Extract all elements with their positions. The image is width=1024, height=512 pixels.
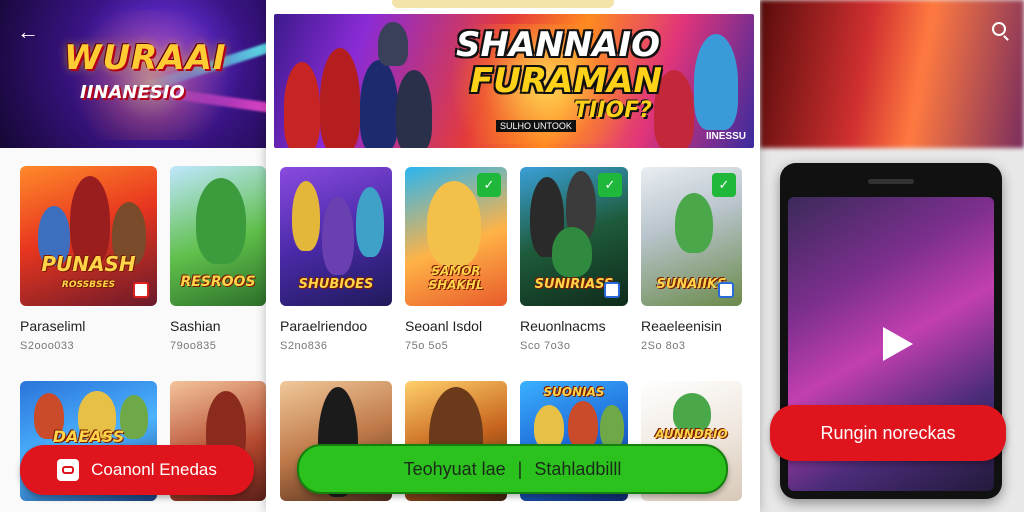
- tile-banner-text: RESROOS: [180, 274, 256, 290]
- character-art: [396, 70, 432, 148]
- shield-icon[interactable]: ✓: [712, 173, 736, 197]
- tile-banner-text: SAMOR SHAKHL: [428, 264, 484, 292]
- tile-subtitle: Sco 7o3o: [520, 340, 571, 352]
- character-art: [196, 178, 246, 264]
- left-app-screen: ← WURAAI IINANESIO PUNASH ROSSBSES Paras…: [0, 0, 270, 512]
- character-art: [322, 197, 354, 275]
- character-art: [552, 227, 592, 277]
- game-tile[interactable]: RESROOS: [170, 166, 266, 306]
- download-button-label-right: Stahladbilll: [534, 458, 622, 479]
- tile-title: Paraelriendoo: [280, 318, 368, 334]
- character-art: [356, 187, 384, 257]
- chat-icon: [57, 459, 80, 481]
- character-art: [284, 62, 320, 148]
- character-art: [694, 34, 738, 130]
- contact-button-label: Coanonl Enedas: [91, 460, 217, 479]
- hero-small-tag: SULHO UNTOOK: [496, 120, 576, 132]
- game-tile[interactable]: SHUBIOES: [280, 167, 392, 306]
- shield-icon[interactable]: ✓: [598, 173, 622, 197]
- tile-subtitle: 75o 5o5: [405, 340, 449, 352]
- game-tile[interactable]: ✓ SUNIRIASS: [520, 167, 628, 306]
- tile-subtitle: S2ooo033: [20, 340, 75, 352]
- tile-title: Sashian: [170, 318, 221, 334]
- tile-title: Seoanl Isdol: [405, 318, 483, 334]
- hero-banner[interactable]: SHANNAIO FURAMAN TIIOF? SULHO UNTOOK IIN…: [274, 14, 754, 148]
- bookmark-icon[interactable]: [604, 282, 620, 298]
- hero-corner-tag: IINESSU: [705, 131, 746, 142]
- tile-title: Reaeleenisin: [641, 318, 722, 334]
- hero-title-line1: SHANNAIO: [456, 25, 661, 65]
- character-art: [320, 48, 360, 148]
- tile-subtitle: S2no836: [280, 340, 328, 352]
- character-art: [427, 181, 481, 267]
- tile-banner-text: PUNASH: [41, 252, 136, 276]
- tile-banner-text: SHUBIOES: [298, 277, 374, 292]
- app-showcase: ← WURAAI IINANESIO PUNASH ROSSBSES Paras…: [0, 0, 1024, 512]
- left-banner-title: WURAAI: [64, 38, 227, 78]
- character-art: [600, 405, 624, 449]
- left-banner-subtitle: IINANESIO: [80, 82, 185, 103]
- tile-banner-text: SUONIAS: [543, 385, 605, 399]
- main-app-screen: SHANNAIO FURAMAN TIIOF? SULHO UNTOOK IIN…: [266, 0, 760, 512]
- bookmark-icon[interactable]: [718, 282, 734, 298]
- character-art: [360, 60, 398, 148]
- right-app-screen: Rungin noreckas: [760, 0, 1024, 512]
- tile-title: Reuonlnacms: [520, 318, 606, 334]
- character-art: [534, 405, 564, 449]
- character-art: [292, 181, 320, 251]
- back-arrow-icon[interactable]: ←: [14, 18, 42, 46]
- contact-button[interactable]: Coanonl Enedas: [20, 445, 254, 495]
- run-button-label: Rungin noreckas: [820, 422, 956, 443]
- download-button-label-left: Teohyuat lae: [403, 458, 506, 479]
- bookmark-icon[interactable]: [133, 282, 149, 298]
- tile-subtitle: 2So 8o3: [641, 340, 686, 352]
- download-button[interactable]: Teohyuat lae | Stahladbilll: [297, 444, 728, 494]
- left-hero-banner[interactable]: ← WURAAI IINANESIO: [0, 0, 270, 148]
- download-button-separator: |: [517, 458, 523, 479]
- character-art: [675, 193, 713, 253]
- game-tile[interactable]: ✓ SAMOR SHAKHL: [405, 167, 507, 306]
- hero-title-line2: FURAMAN: [470, 61, 662, 101]
- character-art: [568, 401, 598, 449]
- tile-subtitle: 79oo835: [170, 340, 217, 352]
- top-notification-pill: [392, 0, 614, 8]
- tile-banner-text: AUNNDRIO: [655, 427, 728, 441]
- phone-speaker: [868, 179, 914, 184]
- character-art: [378, 22, 408, 66]
- tile-title: Paraseliml: [20, 318, 86, 334]
- game-tile[interactable]: PUNASH ROSSBSES: [20, 166, 157, 306]
- play-icon[interactable]: [883, 327, 913, 361]
- right-hero-banner: [760, 0, 1024, 148]
- game-tile[interactable]: ✓ SUNAIIKS: [641, 167, 742, 306]
- run-button[interactable]: Rungin noreckas: [770, 405, 1006, 461]
- tile-banner-text: DAEASS: [52, 427, 125, 446]
- shield-icon[interactable]: ✓: [477, 173, 501, 197]
- hero-title-line3: TIIOF?: [574, 98, 652, 123]
- search-icon[interactable]: [992, 22, 1006, 36]
